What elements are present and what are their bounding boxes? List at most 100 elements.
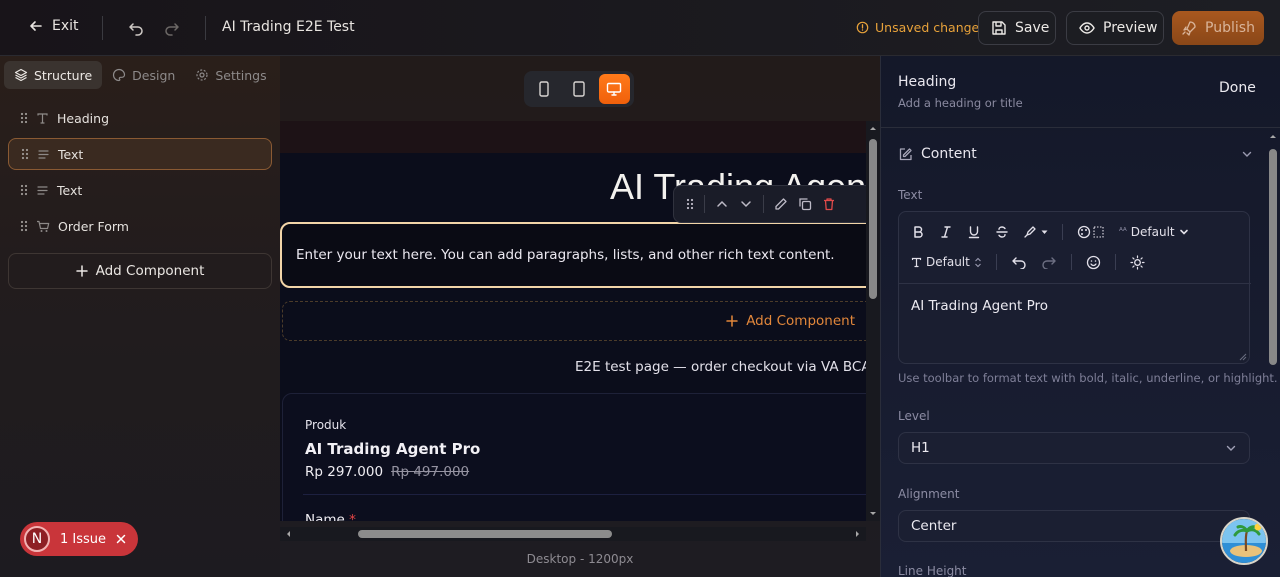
- emoji-icon[interactable]: [1086, 255, 1101, 270]
- add-component-dropzone[interactable]: Add Component: [282, 301, 866, 341]
- italic-icon[interactable]: [939, 225, 953, 239]
- eye-icon: [1079, 20, 1095, 36]
- alignment-select[interactable]: Center: [898, 510, 1250, 542]
- redo-button[interactable]: [164, 20, 180, 36]
- font-size-dropdown[interactable]: ᴬᴬ Default: [1119, 225, 1189, 239]
- divider: [704, 195, 705, 213]
- done-button[interactable]: Done: [1219, 80, 1256, 96]
- move-down-icon[interactable]: [739, 197, 753, 211]
- save-label: Save: [1015, 20, 1050, 36]
- plus-icon: [75, 265, 88, 277]
- tree-item-label: Text: [58, 146, 84, 162]
- issue-label: 1 Issue: [60, 531, 107, 547]
- field-label-text: Name: [305, 512, 345, 521]
- tree-item-order-form[interactable]: Order Form: [8, 210, 272, 242]
- divider: [303, 494, 866, 495]
- font-family-dropdown[interactable]: Default: [911, 255, 982, 269]
- close-icon[interactable]: [116, 534, 126, 544]
- text-lines-icon: [36, 184, 49, 197]
- duplicate-icon[interactable]: [798, 197, 812, 211]
- drag-handle-icon[interactable]: [20, 184, 28, 196]
- divider: [1062, 224, 1063, 240]
- resize-handle-icon[interactable]: [1239, 353, 1247, 361]
- level-label: Level: [898, 409, 930, 423]
- scroll-up-icon[interactable]: [866, 123, 880, 133]
- trash-icon[interactable]: [822, 197, 836, 211]
- undo-icon: [128, 20, 144, 36]
- product-label: Produk: [305, 418, 347, 432]
- drag-handle-icon[interactable]: [20, 112, 28, 124]
- tree-item-label: Text: [57, 182, 83, 198]
- redo-icon: [164, 20, 180, 36]
- unsaved-indicator: Unsaved changes: [856, 20, 986, 35]
- device-size-label: Desktop - 1200px: [526, 552, 634, 566]
- properties-scrollbar[interactable]: [1266, 129, 1280, 577]
- drag-handle-icon[interactable]: [21, 148, 29, 160]
- exit-label: Exit: [52, 18, 79, 34]
- sun-icon[interactable]: [1130, 254, 1145, 270]
- section-title: Content: [921, 146, 977, 162]
- scroll-thumb[interactable]: [869, 139, 877, 299]
- divider: [1070, 254, 1072, 270]
- assistant-avatar[interactable]: [1220, 517, 1268, 565]
- editor-content[interactable]: AI Trading Agent Pro: [911, 298, 1048, 314]
- tablet-view-button[interactable]: [563, 74, 594, 104]
- strikethrough-icon[interactable]: [995, 225, 1009, 239]
- tab-settings[interactable]: Settings: [185, 61, 276, 89]
- chevron-down-icon: [1241, 148, 1253, 160]
- save-button[interactable]: Save: [978, 11, 1056, 45]
- tree-item-text[interactable]: Text: [8, 174, 272, 206]
- tablet-icon: [572, 81, 586, 97]
- highlight-dropdown[interactable]: [1023, 225, 1048, 239]
- underline-icon[interactable]: [967, 225, 981, 239]
- issue-badge[interactable]: N 1 Issue: [20, 522, 138, 556]
- level-select[interactable]: H1: [898, 432, 1250, 464]
- name-field-label: Name *: [305, 512, 356, 521]
- cart-icon: [36, 220, 50, 233]
- content-section-header[interactable]: Content: [898, 146, 1253, 162]
- exit-button[interactable]: Exit: [28, 18, 79, 34]
- canvas-vertical-scrollbar[interactable]: [866, 121, 880, 521]
- tree-item-label: Heading: [57, 110, 110, 126]
- device-switcher: [524, 71, 634, 107]
- color-palette-icon[interactable]: [1077, 225, 1105, 239]
- unsaved-label: Unsaved changes: [875, 20, 986, 35]
- edit-icon[interactable]: [774, 197, 788, 211]
- divider: [1114, 254, 1116, 270]
- scroll-left-icon[interactable]: [283, 527, 293, 541]
- order-form-block[interactable]: Produk AI Trading Agent Pro Rp 297.000 R…: [282, 393, 866, 521]
- drag-handle-icon[interactable]: [20, 220, 28, 232]
- canvas-horizontal-scrollbar[interactable]: [280, 527, 866, 541]
- page-subtitle[interactable]: E2E test page — order checkout via VA BC…: [575, 359, 866, 375]
- drag-handle-icon[interactable]: [686, 198, 694, 210]
- editor-toolbar-row-1: ᴬᴬ Default: [911, 224, 1189, 240]
- undo-button[interactable]: [128, 20, 144, 36]
- bold-icon[interactable]: [911, 225, 925, 239]
- arrow-left-icon: [28, 18, 44, 34]
- desktop-view-button[interactable]: [598, 74, 630, 104]
- panel-tabs: Structure Design Settings: [4, 60, 276, 90]
- redo-icon[interactable]: [1041, 255, 1057, 269]
- preview-button[interactable]: Preview: [1066, 11, 1164, 45]
- publish-button[interactable]: Publish: [1172, 11, 1264, 45]
- scroll-thumb[interactable]: [1269, 149, 1277, 365]
- tree-item-text[interactable]: Text: [8, 138, 272, 170]
- scroll-right-icon[interactable]: [853, 527, 863, 541]
- add-component-button[interactable]: Add Component: [8, 253, 272, 289]
- tab-structure[interactable]: Structure: [4, 61, 103, 89]
- editor-toolbar-row-2: Default: [911, 254, 1145, 270]
- plus-icon: [726, 315, 738, 327]
- tree-item-heading[interactable]: Heading: [8, 102, 272, 134]
- scroll-thumb[interactable]: [358, 530, 612, 538]
- properties-panel: Heading Add a heading or title Done Cont…: [880, 56, 1280, 577]
- avatar: N: [24, 526, 50, 552]
- selected-text-block[interactable]: Enter your text here. You can add paragr…: [280, 222, 866, 288]
- info-circle-icon: [856, 21, 869, 34]
- move-up-icon[interactable]: [715, 197, 729, 211]
- font-size-value: Default: [1130, 225, 1175, 239]
- scroll-down-icon[interactable]: [866, 509, 880, 519]
- tab-design[interactable]: Design: [102, 61, 185, 89]
- mobile-view-button[interactable]: [528, 74, 559, 104]
- scroll-up-icon[interactable]: [1266, 131, 1280, 141]
- undo-icon[interactable]: [1011, 255, 1027, 269]
